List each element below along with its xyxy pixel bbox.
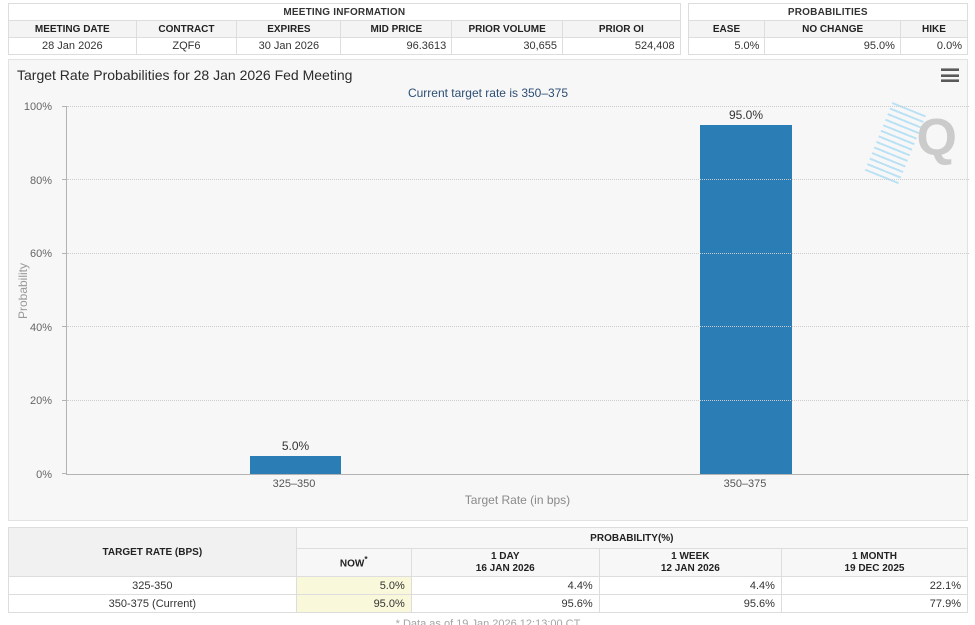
meeting-information-table: MEETING INFORMATION MEETING DATE CONTRAC…	[8, 3, 681, 55]
month-value: 77.9%	[781, 595, 967, 613]
one-day-label: 1 DAY	[491, 551, 520, 562]
one-week-date: 12 JAN 2026	[661, 563, 720, 574]
bar-325-350[interactable]: 5.0%	[250, 456, 341, 474]
data-as-of-note: * Data as of 19 Jan 2026 12:13:00 CT	[8, 618, 968, 625]
x-tick-325-350: 325–350	[273, 478, 316, 490]
chart-subtitle: Current target rate is 350–375	[9, 86, 967, 104]
prior-volume-value: 30,655	[452, 38, 563, 55]
contract-value: ZQF6	[136, 38, 237, 55]
plot-wrap: Probability 0%20%40%60%80%100% Q 5.0% 95…	[66, 107, 969, 475]
col-prior-oi: PRIOR OI	[563, 21, 681, 38]
x-axis-title: Target Rate (in bps)	[66, 493, 969, 511]
y-tick-label: 0%	[36, 469, 52, 481]
no-change-value: 95.0%	[765, 38, 901, 55]
week-value: 95.6%	[599, 595, 781, 613]
now-asterisk: *	[364, 554, 367, 564]
top-summary-tables: MEETING INFORMATION MEETING DATE CONTRAC…	[8, 3, 968, 55]
col-ease: EASE	[688, 21, 765, 38]
history-row-325-350: 325-350 5.0% 4.4% 4.4% 22.1%	[9, 577, 968, 595]
col-now: NOW*	[296, 549, 411, 577]
plot-area: Q 5.0% 95.0%	[66, 107, 969, 475]
one-month-label: 1 MONTH	[852, 551, 897, 562]
y-tick-label: 100%	[24, 101, 52, 113]
probabilities-data-row: 5.0% 95.0% 0.0%	[688, 38, 967, 55]
y-tick-label: 40%	[30, 322, 52, 334]
col-mid-price: MID PRICE	[341, 21, 452, 38]
meeting-info-data-row: 28 Jan 2026 ZQF6 30 Jan 2026 96.3613 30,…	[9, 38, 681, 55]
y-axis-labels: 0%20%40%60%80%100%	[9, 107, 59, 475]
week-value: 4.4%	[599, 577, 781, 595]
bar-350-375[interactable]: 95.0%	[700, 125, 792, 474]
probability-chart-widget: Target Rate Probabilities for 28 Jan 202…	[8, 59, 968, 521]
day-value: 95.6%	[411, 595, 599, 613]
month-value: 22.1%	[781, 577, 967, 595]
meeting-info-title: MEETING INFORMATION	[9, 4, 681, 21]
col-expires: EXPIRES	[237, 21, 341, 38]
probability-pct-header: PROBABILITY(%)	[296, 528, 967, 549]
hike-value: 0.0%	[900, 38, 967, 55]
day-value: 4.4%	[411, 577, 599, 595]
col-1-week: 1 WEEK 12 JAN 2026	[599, 549, 781, 577]
bar-value-label: 5.0%	[250, 439, 341, 453]
one-month-date: 19 DEC 2025	[844, 563, 904, 574]
now-value: 5.0%	[296, 577, 411, 595]
col-hike: HIKE	[900, 21, 967, 38]
one-week-label: 1 WEEK	[671, 551, 709, 562]
col-prior-volume: PRIOR VOLUME	[452, 21, 563, 38]
mid-price-value: 96.3613	[341, 38, 452, 55]
y-tick-label: 20%	[30, 395, 52, 407]
x-axis-tick-labels: 325–350 350–375	[66, 475, 969, 493]
ease-value: 5.0%	[688, 38, 765, 55]
col-1-day: 1 DAY 16 JAN 2026	[411, 549, 599, 577]
col-meeting-date: MEETING DATE	[9, 21, 137, 38]
target-rate-bps-header: TARGET RATE (BPS)	[9, 528, 297, 577]
chart-titlebar: Target Rate Probabilities for 28 Jan 202…	[9, 60, 967, 86]
bar-value-label: 95.0%	[700, 108, 792, 122]
col-no-change: NO CHANGE	[765, 21, 901, 38]
prior-oi-value: 524,408	[563, 38, 681, 55]
now-value: 95.0%	[296, 595, 411, 613]
meeting-info-header-row: MEETING DATE CONTRACT EXPIRES MID PRICE …	[9, 21, 681, 38]
y-tick-label: 80%	[30, 175, 52, 187]
chart-title: Target Rate Probabilities for 28 Jan 202…	[17, 67, 352, 83]
probabilities-summary-table: PROBABILITIES EASE NO CHANGE HIKE 5.0% 9…	[688, 3, 968, 55]
col-contract: CONTRACT	[136, 21, 237, 38]
chart-body: Probability 0%20%40%60%80%100% Q 5.0% 95…	[9, 107, 967, 511]
y-tick-label: 60%	[30, 248, 52, 260]
history-row-350-375: 350-375 (Current) 95.0% 95.6% 95.6% 77.9…	[9, 595, 968, 613]
row-label: 325-350	[9, 577, 297, 595]
row-label: 350-375 (Current)	[9, 595, 297, 613]
history-group-header-row: TARGET RATE (BPS) PROBABILITY(%)	[9, 528, 968, 549]
probability-history-table: TARGET RATE (BPS) PROBABILITY(%) NOW* 1 …	[8, 527, 968, 613]
watermark-q-icon: Q	[917, 112, 957, 164]
x-tick-350-375: 350–375	[724, 478, 767, 490]
fedwatch-page: MEETING INFORMATION MEETING DATE CONTRAC…	[0, 0, 975, 625]
now-label: NOW	[340, 558, 364, 569]
probabilities-header-row: EASE NO CHANGE HIKE	[688, 21, 967, 38]
probabilities-title: PROBABILITIES	[688, 4, 967, 21]
col-1-month: 1 MONTH 19 DEC 2025	[781, 549, 967, 577]
expires-value: 30 Jan 2026	[237, 38, 341, 55]
quikstrike-watermark: Q	[869, 110, 959, 174]
hamburger-menu-icon[interactable]	[941, 67, 959, 82]
meeting-date-value: 28 Jan 2026	[9, 38, 137, 55]
one-day-date: 16 JAN 2026	[476, 563, 535, 574]
